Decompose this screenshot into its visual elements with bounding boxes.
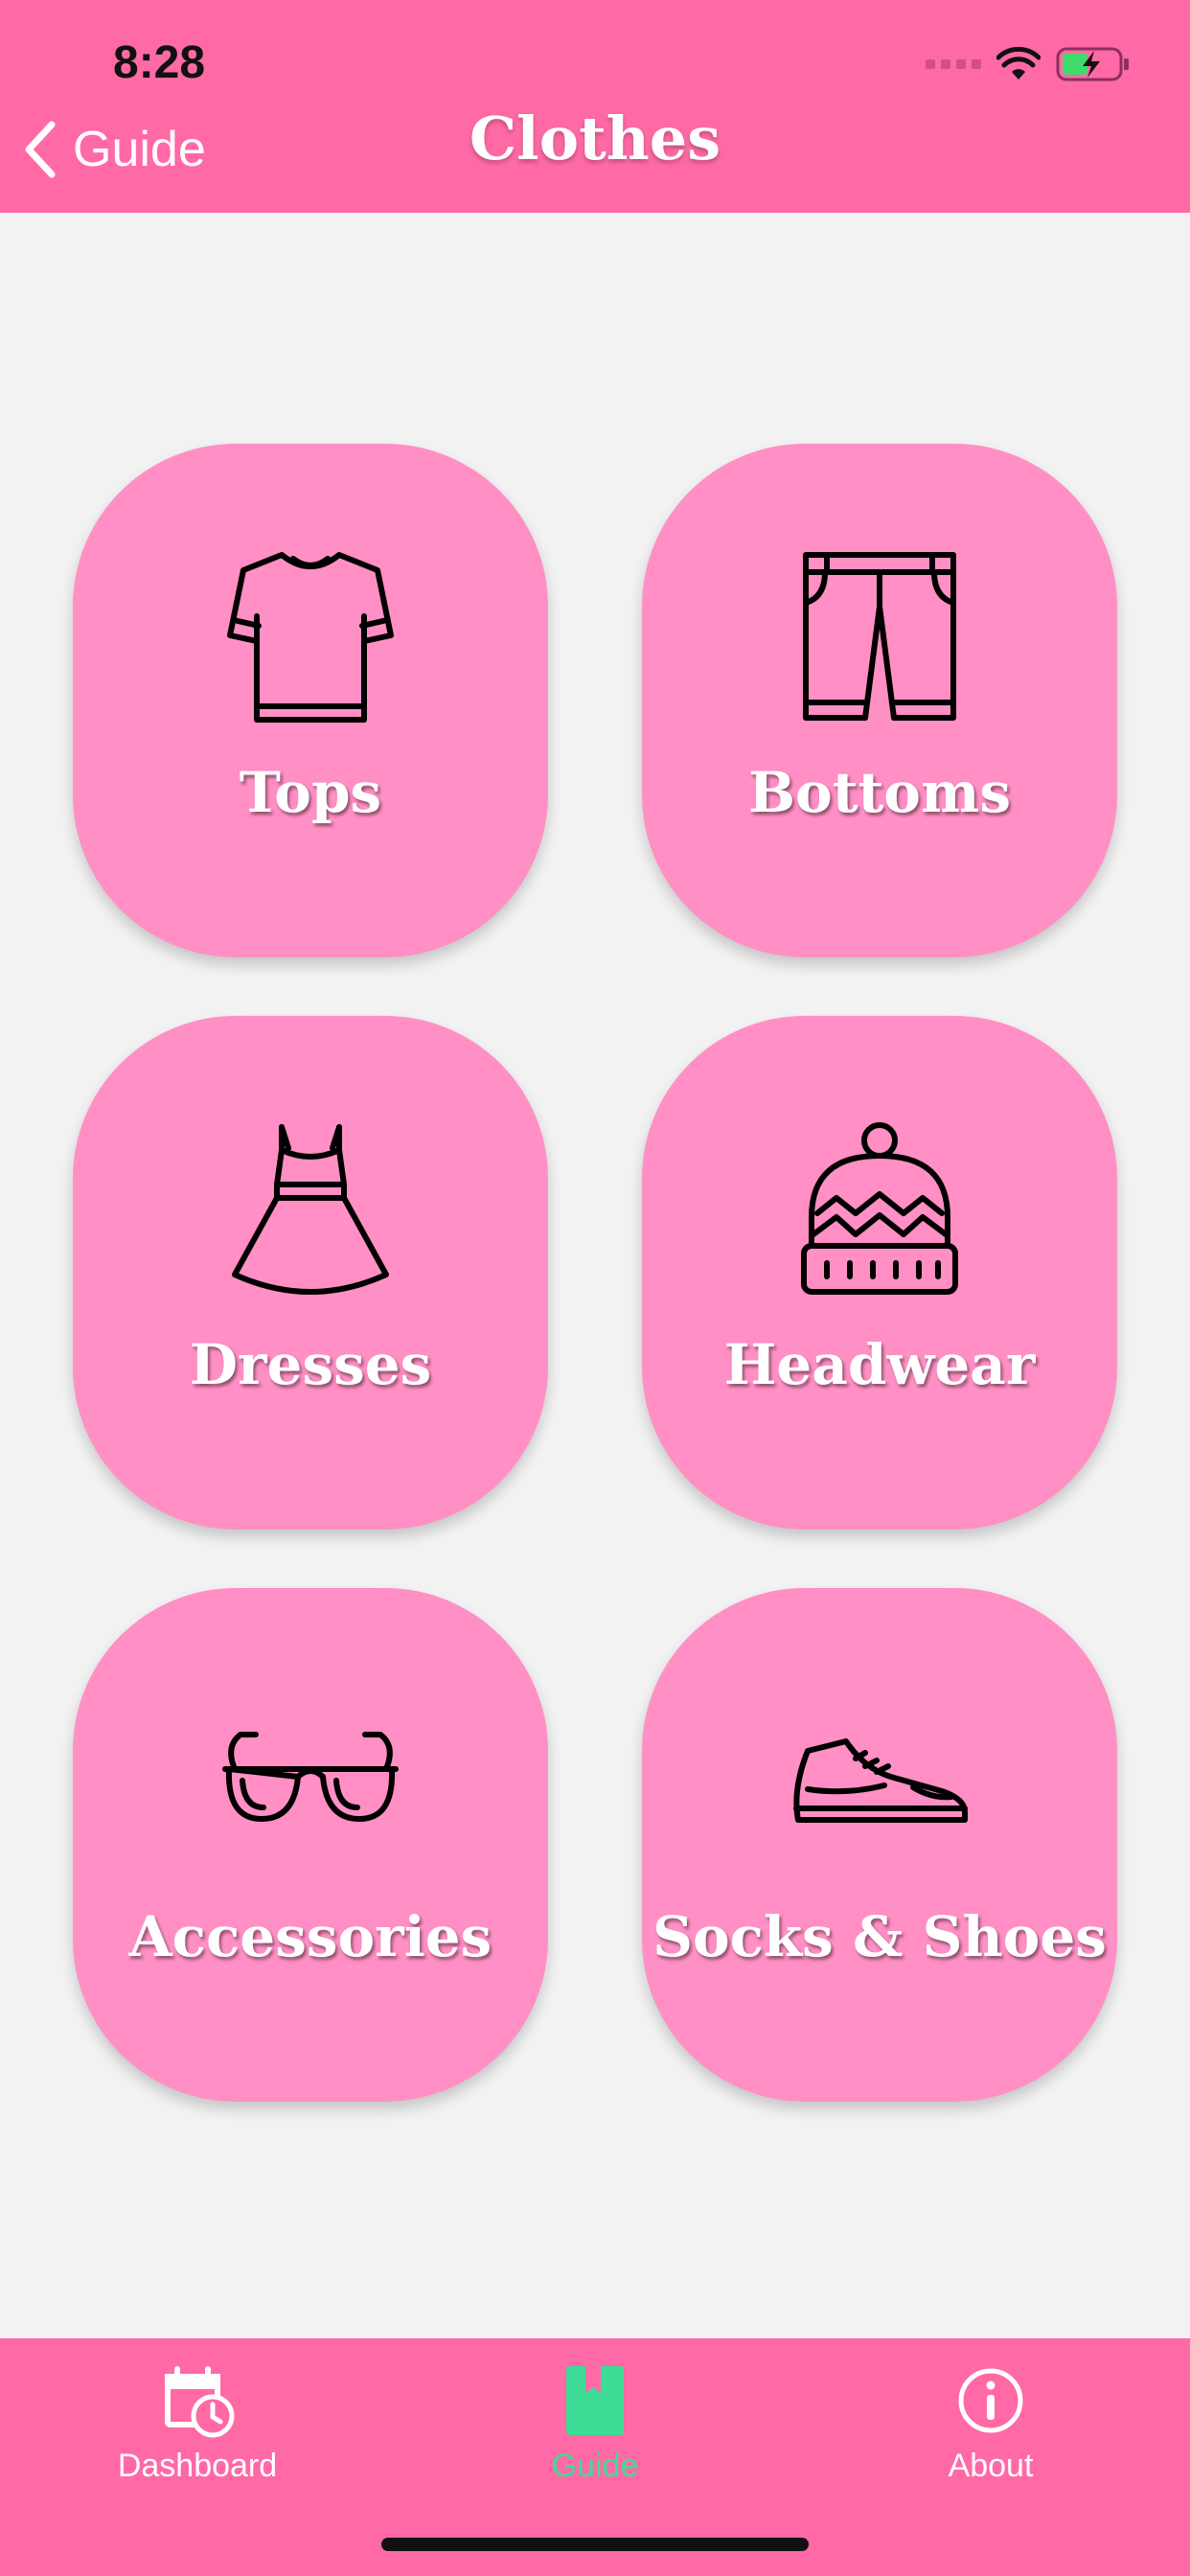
category-tile-accessories[interactable]: Accessories <box>73 1588 548 2102</box>
tab-about[interactable]: About <box>866 2358 1115 2511</box>
tab-label: About <box>948 2448 1034 2484</box>
shorts-icon <box>642 549 1117 731</box>
tile-label: Dresses <box>189 1332 432 1397</box>
tile-label: Tops <box>239 760 382 825</box>
calendar-clock-icon <box>73 2358 322 2444</box>
tile-label: Headwear <box>723 1332 1036 1397</box>
category-tile-socks-shoes[interactable]: Socks & Shoes <box>642 1588 1117 2102</box>
cellular-signal-icon <box>926 59 981 69</box>
battery-charging-icon <box>1056 47 1129 81</box>
tile-label: Accessories <box>128 1904 492 1969</box>
status-time: 8:28 <box>113 37 206 88</box>
status-indicators <box>926 40 1131 88</box>
category-tile-bottoms[interactable]: Bottoms <box>642 444 1117 957</box>
tab-label: Dashboard <box>117 2448 278 2484</box>
t-shirt-icon <box>73 549 548 731</box>
category-tile-tops[interactable]: Tops <box>73 444 548 957</box>
book-icon <box>470 2358 720 2444</box>
dress-icon <box>73 1121 548 1303</box>
tab-label: Guide <box>551 2448 639 2484</box>
tile-label: Socks & Shoes <box>652 1904 1107 1969</box>
category-tile-headwear[interactable]: Headwear <box>642 1016 1117 1530</box>
sneaker-icon <box>642 1693 1117 1875</box>
beanie-icon <box>642 1121 1117 1303</box>
tab-dashboard[interactable]: Dashboard <box>73 2358 322 2511</box>
home-indicator <box>381 2538 809 2551</box>
tab-guide[interactable]: Guide <box>470 2358 720 2511</box>
tile-label: Bottoms <box>748 760 1011 825</box>
category-tile-dresses[interactable]: Dresses <box>73 1016 548 1530</box>
sunglasses-icon <box>73 1693 548 1875</box>
page-title: Clothes <box>469 104 721 173</box>
wifi-icon <box>996 47 1041 80</box>
info-icon <box>866 2358 1115 2444</box>
nav-header: 8:28 Guide Clothes <box>0 0 1190 213</box>
